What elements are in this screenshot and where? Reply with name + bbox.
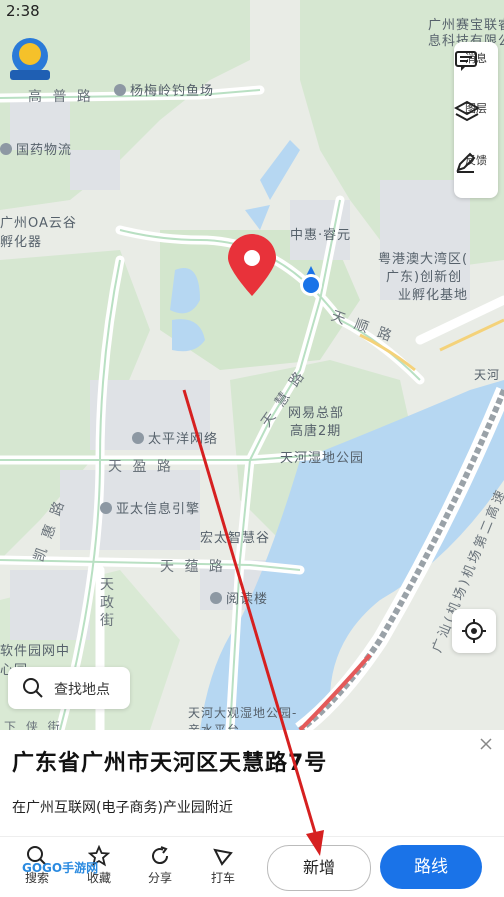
map-label-yatai[interactable]: 亚太信息引擎 [100, 498, 200, 517]
map-label-wangyi-1[interactable]: 网易总部 [288, 402, 344, 421]
watermark: GOGO手游网 [22, 861, 99, 875]
taxi-button[interactable]: 打车 [200, 845, 246, 886]
route-button[interactable]: 路线 [380, 845, 482, 889]
map-label-tianyun-road: 天 蕴 路 [160, 559, 226, 575]
current-location-icon[interactable] [296, 264, 326, 300]
place-subtitle: 在广州互联网(电子商务)产业园附近 [12, 800, 233, 816]
pencil-icon [456, 152, 476, 173]
status-time: 2:38 [6, 2, 40, 20]
map-label-tianhe-park[interactable]: 天河大观湿地公园-亲水平台 [188, 704, 308, 730]
search-icon [23, 678, 43, 698]
map-label-taipingyang[interactable]: 太平洋网络 [132, 428, 218, 447]
poi-pin-icon [210, 592, 222, 604]
map-label-hongtai[interactable]: 宏太智慧谷 [200, 527, 270, 546]
poi-pin-icon [100, 502, 112, 514]
map-canvas[interactable]: 2:38 高 普 路 杨梅岭钓鱼场 国药物流 广州OA云谷孵化器 广州赛宝联睿信… [0, 0, 504, 730]
map-label-yuelou[interactable]: 阅读楼 [210, 588, 268, 607]
map-label-zhonghui[interactable]: 中惠·睿元 [290, 224, 351, 243]
search-placeholder: 查找地点 [54, 682, 110, 698]
messages-button[interactable]: 消息 [454, 50, 498, 71]
taxi-icon [213, 848, 233, 866]
map-label-oa-cloud[interactable]: 广州OA云谷孵化器 [0, 212, 80, 250]
map-side-panel: 消息 图层 反馈 [454, 42, 498, 198]
share-icon [152, 846, 169, 865]
crosshair-icon [462, 619, 486, 643]
place-info-card: 广东省广州市天河区天慧路7号 在广州互联网(电子商务)产业园附近 [0, 730, 504, 836]
layers-button[interactable]: 图层 [454, 100, 498, 122]
poi-pin-icon [132, 432, 144, 444]
logo-icon [10, 38, 50, 80]
map-label-guoyao[interactable]: 国药物流 [0, 139, 72, 158]
locate-me-button[interactable] [452, 609, 496, 653]
close-card-button[interactable] [480, 735, 492, 754]
app-logo[interactable] [6, 34, 54, 82]
map-label-tianzheng: 天 政 街 [100, 577, 117, 629]
selected-location-pin-icon[interactable] [226, 234, 278, 298]
map-label-xiajie: 下 侠 街 [4, 720, 63, 730]
search-places-button[interactable]: 查找地点 [8, 667, 130, 709]
bottom-action-bar: 搜索 收藏 分享 打车 新增 路线 GOGO手游网 [0, 836, 504, 897]
feedback-button[interactable]: 反馈 [454, 152, 498, 173]
map-label-gaopu-road: 高 普 路 [28, 89, 94, 105]
poi-pin-icon [0, 143, 12, 155]
map-label-tianhe-right[interactable]: 天河 [474, 366, 500, 383]
share-label: 分享 [147, 871, 172, 885]
poi-pin-icon [114, 84, 126, 96]
map-label-yangmeiling[interactable]: 杨梅岭钓鱼场 [114, 80, 214, 99]
map-label-wetland[interactable]: 天河湿地公园 [280, 447, 364, 466]
close-icon [480, 738, 492, 750]
map-graphics [0, 0, 504, 730]
map-label-wangyi-2: 高唐2期 [290, 424, 342, 439]
map-label-gba-2: 广东)创新创 [386, 270, 463, 285]
map-label-tianying-road: 天 盈 路 [108, 459, 174, 475]
map-label-gba-1[interactable]: 粤港澳大湾区( [378, 248, 468, 267]
taxi-label: 打车 [210, 871, 235, 885]
share-button[interactable]: 分享 [137, 845, 183, 886]
message-icon [455, 51, 477, 71]
add-button[interactable]: 新增 [267, 845, 371, 891]
map-label-gba-3: 业孵化基地 [398, 288, 469, 303]
layers-icon [454, 100, 480, 122]
place-title: 广东省广州市天河区天慧路7号 [12, 751, 328, 776]
